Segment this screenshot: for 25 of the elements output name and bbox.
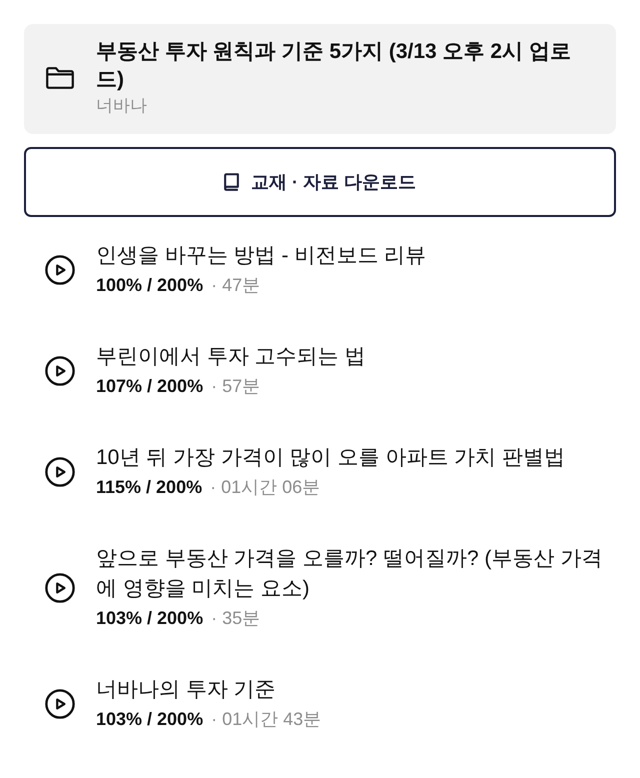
lecture-duration: · 35분: [211, 607, 260, 630]
download-button[interactable]: 교재 · 자료 다운로드: [24, 147, 616, 217]
playback-speed: 115% / 200%: [96, 476, 202, 499]
lecture-title: 인생을 바꾸는 방법 - 비전보드 리뷰: [96, 243, 428, 269]
lecture-duration: · 01시간 06분: [210, 476, 320, 499]
folder-title: 부동산 투자 원칙과 기준 5가지 (3/13 오후 2시 업로드): [96, 39, 572, 93]
lecture-title: 너바나의 투자 기준: [96, 677, 277, 703]
playback-speed: 103% / 200%: [96, 708, 204, 731]
lecture-title: 10년 뒤 가장 가격이 많이 오를 아파트 가치 판별법: [96, 445, 566, 471]
play-icon[interactable]: [45, 573, 75, 603]
lecture-title: 앞으로 부동산 가격을 오를까? 떨어질까? (부동산 가격에 영향을 미치는 요소): [96, 546, 604, 602]
lecture-duration: · 47분: [211, 274, 260, 297]
book-icon: [224, 173, 239, 191]
playback-speed: 107% / 200%: [96, 375, 204, 398]
author-name: 너바나: [96, 95, 148, 117]
lecture-duration: · 01시간 43분: [211, 708, 322, 731]
play-icon[interactable]: [45, 689, 75, 719]
play-icon[interactable]: [45, 457, 75, 487]
folder-icon: [46, 67, 74, 89]
playback-speed: 100% / 200%: [96, 274, 204, 297]
lecture-title: 부린이에서 투자 고수되는 법: [96, 344, 367, 370]
play-icon[interactable]: [45, 356, 75, 386]
playback-speed: 103% / 200%: [96, 607, 204, 630]
lecture-duration: · 57분: [211, 375, 260, 398]
play-icon[interactable]: [45, 255, 75, 285]
